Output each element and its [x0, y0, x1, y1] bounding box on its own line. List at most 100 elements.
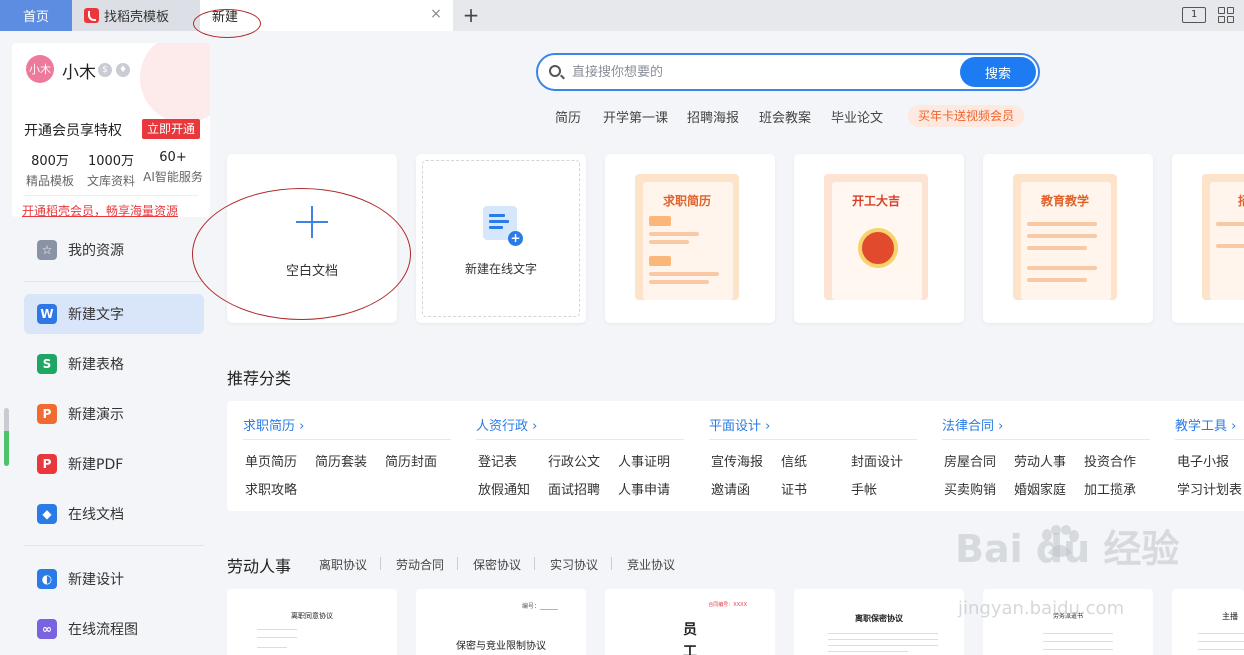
category-item[interactable]: 放假通知 — [478, 479, 530, 498]
sidebar-item-label: 新建表格 — [68, 357, 124, 373]
labor-tab[interactable]: 离职协议 — [319, 556, 367, 573]
template-thumbnail: 开工大吉 — [824, 174, 928, 300]
category-head-legal[interactable]: 法律合同 › — [942, 415, 1003, 434]
user-name: 小木 — [62, 63, 96, 83]
labor-tab[interactable]: 竞业协议 — [627, 556, 675, 573]
card-label: 空白文档 — [285, 264, 338, 279]
category-item[interactable]: 婚姻家庭 — [1014, 479, 1066, 498]
category-item[interactable]: 宣传海报 — [711, 451, 763, 470]
category-item[interactable]: 简历套装 — [315, 451, 367, 470]
category-panel: 求职简历 › 单页简历 简历套装 简历封面 求职攻略 人资行政 › 登记表 行政… — [227, 401, 1244, 511]
stat-library: 1000万 文库资料 — [80, 150, 142, 189]
hot-search-link[interactable]: 班会教案 — [759, 107, 811, 126]
category-item[interactable]: 面试招聘 — [548, 479, 600, 498]
template-title: 求职简历 — [662, 194, 711, 208]
divider — [380, 557, 381, 570]
hot-search-link[interactable]: 开学第一课 — [603, 107, 668, 126]
doc-thumbnail[interactable]: 主播 — [1172, 589, 1244, 655]
labor-tab[interactable]: 劳动合同 — [396, 556, 444, 573]
category-item[interactable]: 加工揽承 — [1084, 479, 1136, 498]
doc-thumbnail[interactable]: 编号：______ 保密与竞业限制协议 — [416, 589, 586, 655]
hot-search-link[interactable]: 毕业论文 — [831, 107, 883, 126]
category-item[interactable]: 劳动人事 — [1014, 451, 1066, 470]
category-item[interactable]: 信纸 — [781, 451, 807, 470]
page-indicator-icon[interactable]: 1 — [1182, 7, 1206, 23]
presentation-icon: P — [37, 404, 57, 424]
category-item[interactable]: 人事申请 — [618, 479, 670, 498]
labor-tab[interactable]: 实习协议 — [550, 556, 598, 573]
hot-search-link[interactable]: 简历 — [555, 107, 581, 126]
doc-title: 离职同意协议 — [291, 612, 333, 620]
doc-thumbnail[interactable]: 离职保密协议 — [794, 589, 964, 655]
divider — [709, 439, 917, 440]
sidebar-item-new-presentation[interactable]: P 新建演示 — [24, 394, 204, 434]
stat-num: 60+ — [159, 150, 187, 165]
watermark: Bai du 经验 — [955, 527, 1180, 571]
blank-document-card[interactable]: 空白文档 — [227, 154, 397, 323]
plus-icon — [296, 206, 328, 238]
writer-icon: W — [37, 304, 57, 324]
tab-new-label: 新建 — [212, 10, 239, 25]
template-card-resume[interactable]: 求职简历 — [605, 154, 775, 323]
stat-templates: 800万 精品模板 — [20, 150, 80, 189]
template-card-kaigong[interactable]: 开工大吉 — [794, 154, 964, 323]
close-icon[interactable]: × — [429, 7, 443, 21]
labor-tab[interactable]: 保密协议 — [473, 556, 521, 573]
template-title: 招 — [1237, 194, 1244, 208]
doc-thumbnail[interactable]: 离职同意协议 — [227, 589, 397, 655]
vip-link[interactable]: 开通稻壳会员，畅享海量资源 — [22, 202, 178, 217]
category-item[interactable]: 房屋合同 — [944, 451, 996, 470]
category-head-label: 人资行政 — [476, 419, 529, 434]
category-head-design[interactable]: 平面设计 › — [709, 415, 770, 434]
new-online-writer-card[interactable]: + 新建在线文字 — [416, 154, 586, 323]
divider — [942, 439, 1150, 440]
grid-icon[interactable] — [1218, 7, 1234, 23]
sidebar-item-label: 在线文档 — [68, 507, 124, 523]
vip-open-button[interactable]: 立即开通 — [142, 119, 201, 139]
pdf-icon: P — [37, 454, 57, 474]
search-button[interactable]: 搜索 — [960, 57, 1036, 87]
category-head-resume[interactable]: 求职简历 › — [243, 415, 304, 434]
category-item[interactable]: 手帐 — [851, 479, 877, 498]
category-item[interactable]: 求职攻略 — [245, 479, 297, 498]
tab-new[interactable]: 新建 × — [200, 0, 453, 31]
sidebar-item-new-design[interactable]: ◐ 新建设计 — [24, 559, 204, 599]
sidebar-item-new-pdf[interactable]: P 新建PDF — [24, 444, 204, 484]
stat-ai: 60+ AI智能服务 — [142, 150, 204, 185]
category-item[interactable]: 登记表 — [478, 451, 517, 470]
vip-promo-text: 开通会员享特权 — [24, 123, 122, 139]
category-item[interactable]: 邀请函 — [711, 479, 750, 498]
add-tab-icon[interactable]: + — [460, 4, 482, 26]
doc-thumbnail[interactable]: 合同编号：XXXX 员 工 — [605, 589, 775, 655]
sidebar-item-my-resources[interactable]: ☆ 我的资源 — [24, 230, 204, 270]
promo-badge[interactable]: 买年卡送视频会员 — [908, 105, 1025, 127]
search-input[interactable] — [572, 61, 952, 83]
doc-number: 编号：______ — [521, 603, 558, 610]
category-item[interactable]: 电子小报 — [1177, 451, 1229, 470]
category-item[interactable]: 简历封面 — [385, 451, 437, 470]
category-head-teaching[interactable]: 教学工具 › — [1175, 415, 1236, 434]
sidebar-item-flowchart[interactable]: ∞ 在线流程图 — [24, 609, 204, 649]
sidebar-item-new-sheet[interactable]: S 新建表格 — [24, 344, 204, 384]
category-item[interactable]: 证书 — [781, 479, 807, 498]
category-item[interactable]: 封面设计 — [851, 451, 903, 470]
template-card-recruit[interactable]: 招 — [1172, 154, 1244, 323]
sidebar-item-online-doc[interactable]: ◆ 在线文档 — [24, 494, 204, 534]
category-item[interactable]: 买卖购销 — [944, 479, 996, 498]
divider — [1175, 439, 1244, 440]
category-item[interactable]: 人事证明 — [618, 451, 670, 470]
category-head-hr[interactable]: 人资行政 › — [476, 415, 537, 434]
daoke-logo-icon — [84, 8, 99, 23]
category-item[interactable]: 行政公文 — [548, 451, 600, 470]
avatar[interactable]: 小木 — [26, 55, 54, 83]
category-item[interactable]: 单页简历 — [245, 451, 297, 470]
search-icon — [549, 65, 561, 77]
scrollbar[interactable] — [4, 408, 9, 466]
tab-home[interactable]: 首页 — [0, 0, 72, 31]
category-item[interactable]: 投资合作 — [1084, 451, 1136, 470]
hot-search-link[interactable]: 招聘海报 — [687, 107, 739, 126]
template-card-education[interactable]: 教育教学 — [983, 154, 1153, 323]
sidebar-item-new-writer[interactable]: W 新建文字 — [24, 294, 204, 334]
category-item[interactable]: 学习计划表 — [1177, 479, 1242, 498]
tab-daoke-templates[interactable]: 找稻壳模板 — [72, 0, 200, 31]
